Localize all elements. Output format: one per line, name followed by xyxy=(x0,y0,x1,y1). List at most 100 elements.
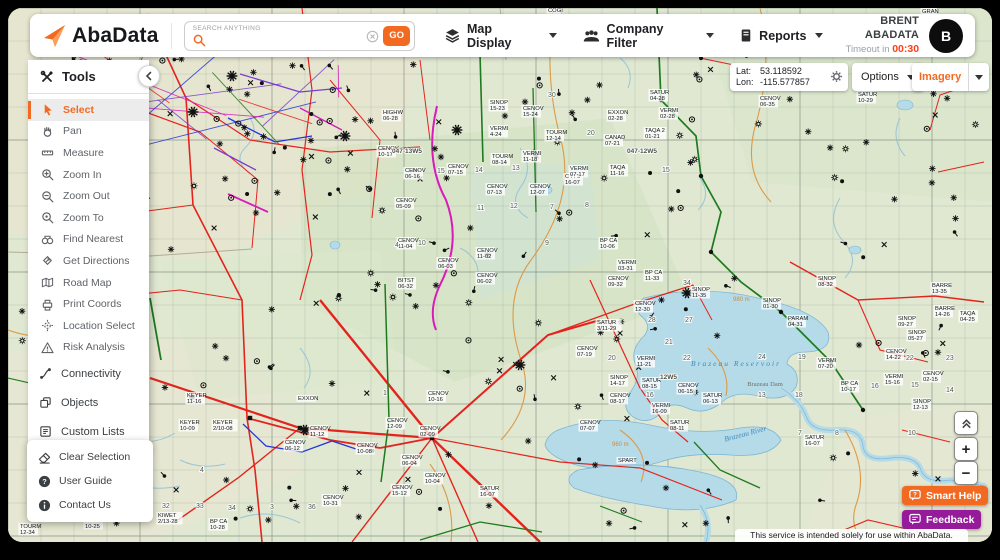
map-zoom-in-button[interactable]: + xyxy=(954,437,978,461)
chevron-down-icon xyxy=(706,33,714,38)
app-logo[interactable]: AbaData xyxy=(42,24,159,48)
tools-collapse-button[interactable] xyxy=(138,65,160,87)
avatar[interactable]: B xyxy=(929,19,963,53)
svg-text:16-09: 16-09 xyxy=(652,409,667,415)
well-symbol xyxy=(337,293,341,297)
well-symbol xyxy=(676,189,680,193)
well-symbol xyxy=(502,113,508,119)
menu-reports[interactable]: Reports xyxy=(740,22,823,50)
svg-text:16: 16 xyxy=(871,383,879,390)
well-symbol xyxy=(944,95,950,101)
imagery-button[interactable]: Imagery xyxy=(912,63,989,91)
svg-text:14: 14 xyxy=(946,387,954,394)
sidebar-item-road-map[interactable]: Road Map xyxy=(28,272,149,294)
well-symbol xyxy=(861,255,865,259)
svg-text:02-28: 02-28 xyxy=(608,116,623,122)
svg-text:11-04: 11-04 xyxy=(398,244,413,250)
sidebar-section-objects[interactable]: Objects xyxy=(28,389,149,416)
well-symbol xyxy=(367,118,373,124)
well-symbol xyxy=(19,308,25,314)
help-bubble-icon: ? xyxy=(909,489,921,502)
sidebar-item-print-coords[interactable]: Print Coords xyxy=(28,293,149,315)
svg-text:06-28: 06-28 xyxy=(383,116,398,122)
well-symbol xyxy=(269,306,275,312)
well-symbol xyxy=(352,116,358,122)
svg-text:08-11: 08-11 xyxy=(670,426,684,432)
map-zoom-out-button[interactable]: − xyxy=(954,461,978,485)
svg-text:02-28: 02-28 xyxy=(660,114,675,120)
well-symbol xyxy=(260,133,266,139)
svg-text:34: 34 xyxy=(683,280,691,287)
search-go-button[interactable]: GO xyxy=(383,26,410,46)
contactus-icon xyxy=(38,499,51,512)
header-divider xyxy=(171,23,172,49)
well-symbol xyxy=(342,485,348,491)
sidebar-item-find-nearest[interactable]: Find Nearest xyxy=(28,229,149,251)
footer-item-user-guide[interactable]: ?User Guide xyxy=(27,469,153,493)
directions-icon xyxy=(41,254,54,267)
well-symbol xyxy=(241,124,247,130)
sidebar-item-zoom-to[interactable]: Zoom To xyxy=(28,207,149,229)
well-symbol xyxy=(663,485,669,491)
svg-text:14-22: 14-22 xyxy=(886,355,901,361)
expand-controls-button[interactable] xyxy=(954,411,978,435)
svg-text:12-13: 12-13 xyxy=(913,405,928,411)
lat-label: Lat: xyxy=(736,66,756,77)
menu-company-filter[interactable]: Company Filter xyxy=(583,22,715,50)
svg-text:12W5: 12W5 xyxy=(660,374,677,381)
logo-text: AbaData xyxy=(72,24,159,48)
well-symbol xyxy=(584,97,590,103)
sidebar-item-zoom-out[interactable]: Zoom Out xyxy=(28,185,149,207)
imagery-caret[interactable] xyxy=(975,75,983,80)
well-symbol xyxy=(289,63,295,69)
sidebar-item-get-directions[interactable]: Get Directions xyxy=(28,250,149,272)
sidebar-item-select[interactable]: Select xyxy=(28,99,149,121)
search-box[interactable]: SEARCH ANYTHING GO xyxy=(184,21,415,51)
sidebar-section-connectivity[interactable]: Connectivity xyxy=(28,360,149,387)
well-symbol xyxy=(525,438,531,444)
risk-icon xyxy=(41,341,54,354)
tools-panel: Tools SelectPanMeasureZoom InZoom OutZoo… xyxy=(28,60,149,448)
footer-item-contact-us[interactable]: Contact Us xyxy=(27,493,153,517)
well-symbol xyxy=(522,99,528,105)
well-symbol xyxy=(293,503,299,509)
zoomout-icon xyxy=(41,190,54,203)
svg-text:10-16: 10-16 xyxy=(428,397,443,403)
svg-text:30: 30 xyxy=(548,92,556,99)
svg-text:20: 20 xyxy=(608,355,616,362)
clear-search-icon[interactable] xyxy=(366,30,379,43)
svg-text:1: 1 xyxy=(383,390,387,397)
well-symbol xyxy=(929,165,935,171)
sidebar-item-location-select[interactable]: Location Select xyxy=(28,315,149,337)
well-symbol xyxy=(863,139,869,145)
svg-text:12-07: 12-07 xyxy=(530,190,545,196)
svg-text:11-12: 11-12 xyxy=(310,432,324,438)
well-symbol xyxy=(433,282,439,288)
sidebar-item-pan[interactable]: Pan xyxy=(28,121,149,143)
well-symbol xyxy=(432,146,438,152)
svg-text:960 m: 960 m xyxy=(612,442,629,448)
sidebar-item-measure[interactable]: Measure xyxy=(28,142,149,164)
svg-text:08-15: 08-15 xyxy=(642,384,657,390)
well-symbol xyxy=(668,206,674,212)
smart-help-button[interactable]: ? Smart Help xyxy=(902,486,988,505)
coordinates-settings-button[interactable] xyxy=(830,70,843,85)
chevron-left-icon xyxy=(144,71,154,81)
well-symbol xyxy=(443,175,449,181)
well-symbol xyxy=(687,159,693,165)
well-symbol xyxy=(217,141,223,147)
svg-text:09-27: 09-27 xyxy=(898,322,913,328)
sidebar-item-zoom-in[interactable]: Zoom In xyxy=(28,164,149,186)
menu-map-display[interactable]: Map Display xyxy=(445,22,557,50)
well-symbol xyxy=(840,179,844,183)
footer-item-clear-selection[interactable]: Clear Selection xyxy=(27,445,153,469)
well-symbol xyxy=(274,189,280,195)
well-symbol xyxy=(308,137,314,143)
customlists-icon xyxy=(39,425,52,438)
well-symbol xyxy=(486,503,492,509)
tools-icon xyxy=(40,70,54,84)
people-icon xyxy=(583,29,600,43)
well-symbol xyxy=(569,110,575,116)
feedback-button[interactable]: Feedback xyxy=(902,510,981,529)
sidebar-item-risk-analysis[interactable]: Risk Analysis xyxy=(28,337,149,359)
